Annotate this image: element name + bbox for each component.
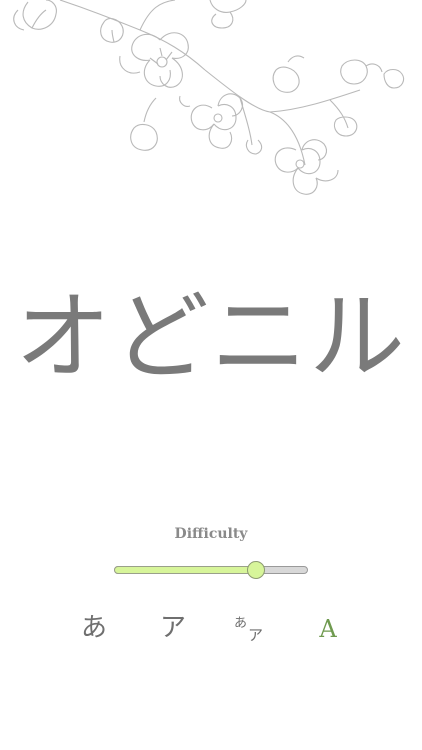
mixed-hiragana-glyph: あ bbox=[234, 616, 248, 631]
kana-word: オどニル bbox=[15, 281, 407, 393]
mixed-mode-button[interactable]: あ ア bbox=[220, 608, 270, 652]
romaji-mode-button[interactable]: A bbox=[303, 608, 353, 652]
cherry-blossom-illustration bbox=[13, 0, 405, 195]
difficulty-slider[interactable] bbox=[114, 560, 308, 580]
slider-thumb[interactable] bbox=[247, 561, 265, 579]
hiragana-mode-button[interactable]: あ bbox=[69, 608, 119, 652]
difficulty-label: Difficulty bbox=[174, 526, 248, 542]
slider-fill bbox=[114, 566, 256, 574]
katakana-mode-button[interactable]: ア bbox=[148, 608, 198, 652]
mixed-katakana-glyph: ア bbox=[248, 626, 264, 644]
script-mode-selector: あ ア あ ア A bbox=[0, 608, 422, 652]
